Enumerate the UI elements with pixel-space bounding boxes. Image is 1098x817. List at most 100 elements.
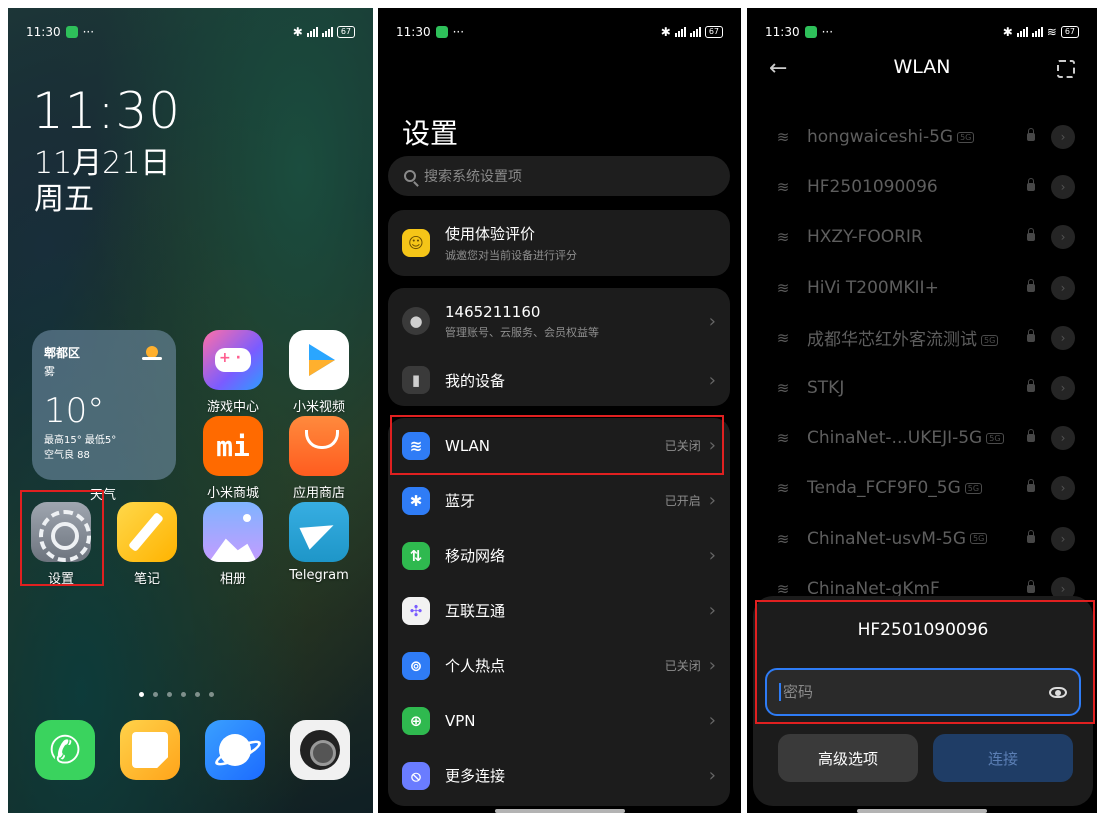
network-ssid: ChinaNet-usvM-5G bbox=[807, 528, 967, 549]
page-indicator bbox=[139, 692, 214, 697]
chevron-right-icon: › bbox=[708, 710, 716, 731]
wifi-network-row[interactable]: ≋ HF2501090096 › bbox=[747, 162, 1097, 212]
my-device-row[interactable]: ▮ 我的设备 › bbox=[388, 354, 730, 406]
network-detail-icon[interactable]: › bbox=[1051, 526, 1075, 551]
interconnect-row[interactable]: ✣ 互联互通 › bbox=[388, 583, 730, 638]
weather-aqi: 空气良 88 bbox=[44, 450, 90, 461]
network-detail-icon[interactable]: › bbox=[1051, 125, 1075, 150]
weather-temperature: 10° bbox=[44, 391, 105, 431]
5g-badge: 5G bbox=[957, 131, 975, 143]
camera-icon bbox=[290, 720, 350, 780]
wifi-network-row[interactable]: ≋ hongwaiceshi-5G 5G › bbox=[747, 112, 1097, 162]
network-detail-icon[interactable]: › bbox=[1051, 325, 1075, 350]
lock-icon bbox=[1027, 429, 1035, 443]
hotspot-icon: ⊚ bbox=[402, 651, 430, 680]
network-ssid: HXZY-FOORIR bbox=[807, 227, 923, 248]
network-ssid: ChinaNet-...UKEJI-5G bbox=[807, 428, 983, 449]
wifi-network-row[interactable]: ≋ ChinaNet-...UKEJI-5G 5G › bbox=[747, 413, 1097, 463]
sun-haze-icon bbox=[142, 344, 162, 360]
my-device-label: 我的设备 bbox=[445, 371, 506, 390]
connect-button[interactable]: 连接 bbox=[933, 734, 1073, 782]
app-label: Telegram bbox=[289, 568, 349, 583]
wifi-network-row[interactable]: ≋ Tenda_FCF9F0_5G 5G › bbox=[747, 463, 1097, 513]
notes-icon bbox=[117, 502, 177, 562]
network-detail-icon[interactable]: › bbox=[1051, 476, 1075, 501]
signal-icon bbox=[674, 27, 686, 37]
app-mi-store[interactable]: mi 小米商城 bbox=[198, 416, 268, 501]
wifi-network-row[interactable]: ≋ STKJ › bbox=[747, 363, 1097, 413]
back-arrow-icon[interactable]: ← bbox=[769, 56, 787, 81]
dock-browser[interactable] bbox=[200, 720, 270, 780]
qr-scan-icon[interactable] bbox=[1057, 60, 1075, 78]
lock-icon bbox=[1027, 278, 1035, 292]
advanced-options-button[interactable]: 高级选项 bbox=[778, 734, 918, 782]
network-detail-icon[interactable]: › bbox=[1051, 175, 1075, 200]
mobile-network-row[interactable]: ⇅ 移动网络 › bbox=[388, 528, 730, 583]
highlight-password-box bbox=[755, 600, 1095, 724]
search-icon bbox=[404, 170, 416, 182]
wifi-signal-icon: ≋ bbox=[776, 429, 790, 448]
phone-icon bbox=[35, 720, 95, 780]
vpn-icon: ⊕ bbox=[402, 706, 430, 735]
app-label: 小米商城 bbox=[206, 486, 259, 501]
bluetooth-label: 蓝牙 bbox=[445, 492, 476, 510]
wifi-network-row[interactable]: ≋ HiVi T200MKII+ › bbox=[747, 263, 1097, 313]
dock-messages[interactable] bbox=[115, 720, 185, 780]
app-telegram[interactable]: Telegram bbox=[284, 502, 354, 583]
mobile-data-icon: ⇅ bbox=[402, 541, 430, 570]
wechat-notification-icon bbox=[65, 26, 78, 38]
network-detail-icon[interactable]: › bbox=[1051, 225, 1075, 250]
network-detail-icon[interactable]: › bbox=[1051, 376, 1075, 401]
status-bar: 11:30 ··· ✱ ≋ 67 bbox=[765, 22, 1079, 42]
status-time: 11:30 bbox=[26, 25, 61, 39]
lock-icon bbox=[1027, 479, 1035, 493]
feedback-card[interactable]: ☺ 使用体验评价 诚邀您对当前设备进行评分 bbox=[388, 210, 730, 276]
app-label: 游戏中心 bbox=[206, 400, 259, 415]
chevron-right-icon: › bbox=[708, 765, 716, 786]
status-more-dots: ··· bbox=[452, 25, 465, 39]
weekday-text: 周五 bbox=[34, 182, 94, 217]
dock-phone[interactable] bbox=[30, 720, 100, 780]
app-mi-video[interactable]: 小米视频 bbox=[284, 330, 354, 415]
hotspot-label: 个人热点 bbox=[445, 657, 506, 675]
highlight-wlan-box bbox=[390, 415, 724, 475]
wifi-network-row[interactable]: ≋ ChinaNet-usvM-5G 5G › bbox=[747, 514, 1097, 564]
page-title: 设置 bbox=[402, 117, 459, 150]
wifi-signal-icon: ≋ bbox=[776, 128, 790, 147]
status-bar: 11:30 ··· ✱ 67 bbox=[26, 22, 355, 42]
wifi-network-row[interactable]: ≋ HXZY-FOORIR › bbox=[747, 212, 1097, 262]
lock-icon bbox=[1027, 128, 1035, 142]
bluetooth-icon: ✱ bbox=[402, 486, 430, 515]
vpn-row[interactable]: ⊕ VPN › bbox=[388, 693, 730, 748]
weather-widget[interactable]: 郫都区 雾 10° 最高15° 最低5° 空气良 88 bbox=[32, 330, 176, 480]
app-notes[interactable]: 笔记 bbox=[112, 502, 182, 587]
chevron-right-icon: › bbox=[708, 490, 716, 511]
phone-device-icon: ▮ bbox=[402, 366, 430, 394]
lock-icon bbox=[1027, 328, 1035, 342]
app-gallery[interactable]: 相册 bbox=[198, 502, 268, 587]
home-screen-panel: 11:30 ··· ✱ 67 11:30 11月21日 周五 郫都区 雾 10°… bbox=[8, 8, 373, 813]
dock-camera[interactable] bbox=[285, 720, 355, 780]
network-detail-icon[interactable]: › bbox=[1051, 426, 1075, 451]
account-row[interactable]: ● 1465211160 管理账号、云服务、会员权益等 › bbox=[388, 288, 730, 354]
weather-condition: 雾 bbox=[44, 365, 55, 378]
mi-store-icon: mi bbox=[203, 416, 263, 476]
network-detail-icon[interactable]: › bbox=[1051, 275, 1075, 300]
bluetooth-status-icon: ✱ bbox=[1002, 25, 1013, 39]
app-label: 小米视频 bbox=[292, 400, 345, 415]
hotspot-status: 已关闭 bbox=[664, 659, 701, 673]
status-time: 11:30 bbox=[396, 25, 431, 39]
mobile-network-label: 移动网络 bbox=[445, 547, 506, 565]
hotspot-row[interactable]: ⊚ 个人热点 已关闭 › bbox=[388, 638, 730, 693]
wifi-signal-icon: ≋ bbox=[776, 278, 790, 297]
app-game-center[interactable]: 游戏中心 bbox=[198, 330, 268, 415]
app-app-store[interactable]: 应用商店 bbox=[284, 416, 354, 501]
more-connections-icon: ⦸ bbox=[402, 761, 430, 790]
settings-search-bar[interactable]: 搜索系统设置项 bbox=[388, 156, 730, 196]
bluetooth-row[interactable]: ✱ 蓝牙 已开启 › bbox=[388, 473, 730, 528]
gesture-bar bbox=[494, 809, 625, 813]
wechat-notification-icon bbox=[435, 26, 448, 38]
more-connections-row[interactable]: ⦸ 更多连接 › bbox=[388, 748, 730, 803]
wifi-network-row[interactable]: ≋ 成都华芯红外客流测试 5G › bbox=[747, 313, 1097, 363]
account-id: 1465211160 bbox=[445, 302, 541, 321]
